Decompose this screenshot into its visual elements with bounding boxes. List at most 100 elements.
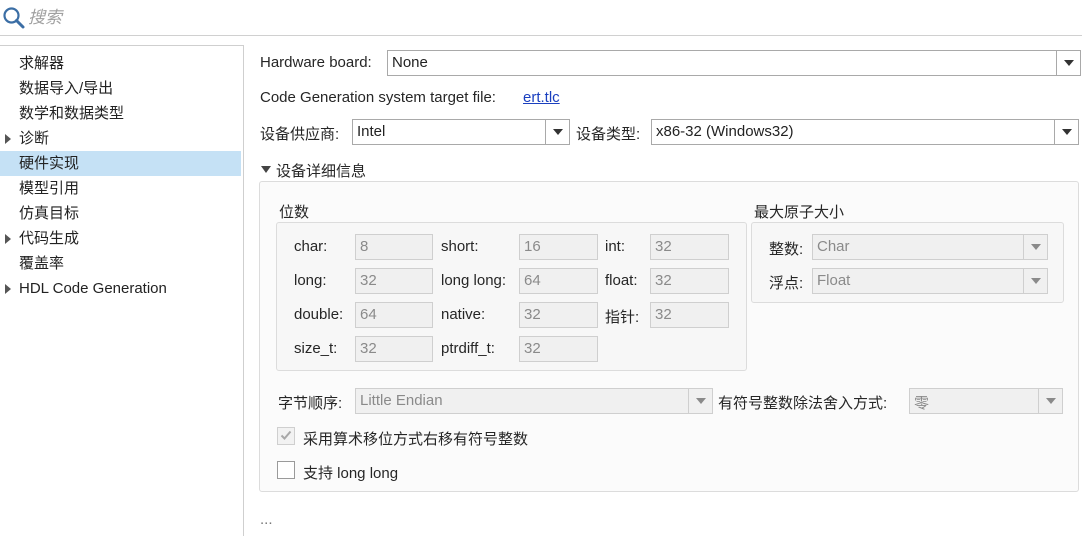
sidebar-item-label: 仿真目标 xyxy=(19,205,80,222)
sidebar-list: 求解器数据导入/导出 数学和数据类型 诊断硬件实现模型引用仿真目标代码生成覆盖率 HD… xyxy=(0,51,243,301)
short-label: short: xyxy=(441,238,479,255)
device-vendor-value: Intel xyxy=(357,123,386,140)
size-t-label: size_t: xyxy=(294,340,338,357)
double-field: 64 xyxy=(355,302,433,328)
collapse-arrow-icon[interactable] xyxy=(261,166,271,173)
atomic-float-select: Float xyxy=(812,268,1048,294)
long-long-value: 64 xyxy=(524,272,541,289)
expand-arrow-icon[interactable] xyxy=(5,234,11,244)
long-label: long: xyxy=(294,272,327,289)
bits-group: char: 8 short: 16 int: 32 long: 32 long … xyxy=(276,222,747,371)
sidebar-item[interactable]: 模型引用 xyxy=(0,176,241,201)
atomic-float-label: 浮点: xyxy=(769,275,804,292)
checkmark-icon xyxy=(280,430,292,440)
device-vendor-label: 设备供应商: xyxy=(260,126,340,143)
sidebar-item[interactable]: 硬件实现 xyxy=(0,151,241,176)
sidebar-item-label: 覆盖率 xyxy=(19,255,65,272)
ptrdiff-t-value: 32 xyxy=(524,340,541,357)
device-type-value: x86-32 (Windows32) xyxy=(656,123,794,140)
short-field: 16 xyxy=(519,234,598,260)
chevron-down-icon xyxy=(1023,235,1047,259)
atomic-group: 整数: Char 浮点: Float xyxy=(751,222,1064,303)
sidebar-item[interactable]: 数据导入/导出 xyxy=(0,76,241,101)
sidebar-item-label: HDL Code Generation xyxy=(19,280,167,297)
search-input[interactable] xyxy=(28,4,1068,32)
bits-group-title: 位数 xyxy=(279,204,310,221)
float-value: 32 xyxy=(655,272,672,289)
main-panel: Hardware board: None Code Generation sys… xyxy=(245,45,1082,536)
long-value: 32 xyxy=(360,272,377,289)
hardware-board-select[interactable]: None xyxy=(387,50,1081,76)
ptrdiff-t-field: 32 xyxy=(519,336,598,362)
sidebar-item[interactable]: 代码生成 xyxy=(0,226,241,251)
arith-shift-label: 采用算术移位方式右移有符号整数 xyxy=(303,431,529,448)
sidebar: 求解器数据导入/导出 数学和数据类型 诊断硬件实现模型引用仿真目标代码生成覆盖率 HD… xyxy=(0,45,244,536)
device-details-header[interactable]: 设备详细信息 xyxy=(276,160,366,181)
expand-arrow-icon[interactable] xyxy=(5,284,11,294)
hardware-board-value: None xyxy=(392,54,428,71)
byte-order-value: Little Endian xyxy=(360,392,443,409)
atomic-group-title: 最大原子大小 xyxy=(754,204,845,221)
device-details-panel: 位数 char: 8 short: 16 int: 32 long: 32 lo… xyxy=(259,181,1079,492)
signed-div-value: 零 xyxy=(914,395,930,412)
sidebar-item-label: 求解器 xyxy=(19,55,65,72)
pointer-field: 32 xyxy=(650,302,729,328)
sidebar-item-label: 数据导入/导出 xyxy=(19,80,114,97)
sidebar-item[interactable]: 诊断 xyxy=(0,126,241,151)
ptrdiff-t-label: ptrdiff_t: xyxy=(441,340,495,357)
atomic-integer-label: 整数: xyxy=(769,241,804,258)
sidebar-item-label: 代码生成 xyxy=(19,230,80,247)
native-label: native: xyxy=(441,306,486,323)
arith-shift-checkbox xyxy=(277,427,295,445)
chevron-down-icon xyxy=(1038,389,1062,413)
sidebar-item-label: 诊断 xyxy=(19,130,50,147)
int-field: 32 xyxy=(650,234,729,260)
device-type-label: 设备类型: xyxy=(576,126,641,143)
byte-order-label: 字节顺序: xyxy=(278,395,343,412)
device-type-select[interactable]: x86-32 (Windows32) xyxy=(651,119,1079,145)
sidebar-item[interactable]: 覆盖率 xyxy=(0,251,241,276)
support-long-long-checkbox[interactable] xyxy=(277,461,295,479)
chevron-down-icon[interactable] xyxy=(1054,120,1078,144)
target-file-link[interactable]: ert.tlc xyxy=(523,89,560,106)
int-label: int: xyxy=(605,238,626,255)
signed-div-select: 零 xyxy=(909,388,1063,414)
atomic-integer-value: Char xyxy=(817,238,850,255)
target-file-label: Code Generation system target file: xyxy=(260,89,496,106)
sidebar-item-label: 硬件实现 xyxy=(19,155,80,172)
atomic-integer-select: Char xyxy=(812,234,1048,260)
float-label: float: xyxy=(605,272,638,289)
char-field: 8 xyxy=(355,234,433,260)
native-value: 32 xyxy=(524,306,541,323)
long-long-label: long long: xyxy=(441,272,507,289)
search-bar xyxy=(0,0,1082,36)
pointer-label: 指针: xyxy=(605,309,640,326)
expand-arrow-icon[interactable] xyxy=(5,134,11,144)
chevron-down-icon[interactable] xyxy=(1056,51,1080,75)
sidebar-item[interactable]: 数学和数据类型 xyxy=(0,101,241,126)
support-long-long-label[interactable]: 支持 long long xyxy=(303,462,398,483)
char-label: char: xyxy=(294,238,328,255)
sidebar-item[interactable]: 仿真目标 xyxy=(0,201,241,226)
hardware-board-label: Hardware board: xyxy=(260,54,372,71)
sidebar-item[interactable]: HDL Code Generation xyxy=(0,276,241,301)
float-field: 32 xyxy=(650,268,729,294)
sidebar-item-label: 数学和数据类型 xyxy=(19,105,125,122)
int-value: 32 xyxy=(655,238,672,255)
native-field: 32 xyxy=(519,302,598,328)
atomic-float-value: Float xyxy=(817,272,851,289)
char-value: 8 xyxy=(360,238,369,255)
search-icon[interactable] xyxy=(2,6,26,30)
device-vendor-select[interactable]: Intel xyxy=(352,119,570,145)
chevron-down-icon[interactable] xyxy=(545,120,569,144)
double-value: 64 xyxy=(360,306,377,323)
size-t-field: 32 xyxy=(355,336,433,362)
sidebar-item[interactable]: 求解器 xyxy=(0,51,241,76)
sidebar-item-label: 模型引用 xyxy=(19,180,80,197)
long-long-field: 64 xyxy=(519,268,598,294)
long-field: 32 xyxy=(355,268,433,294)
double-label: double: xyxy=(294,306,344,323)
more-ellipsis: ... xyxy=(260,511,273,528)
chevron-down-icon xyxy=(1023,269,1047,293)
size-t-value: 32 xyxy=(360,340,377,357)
